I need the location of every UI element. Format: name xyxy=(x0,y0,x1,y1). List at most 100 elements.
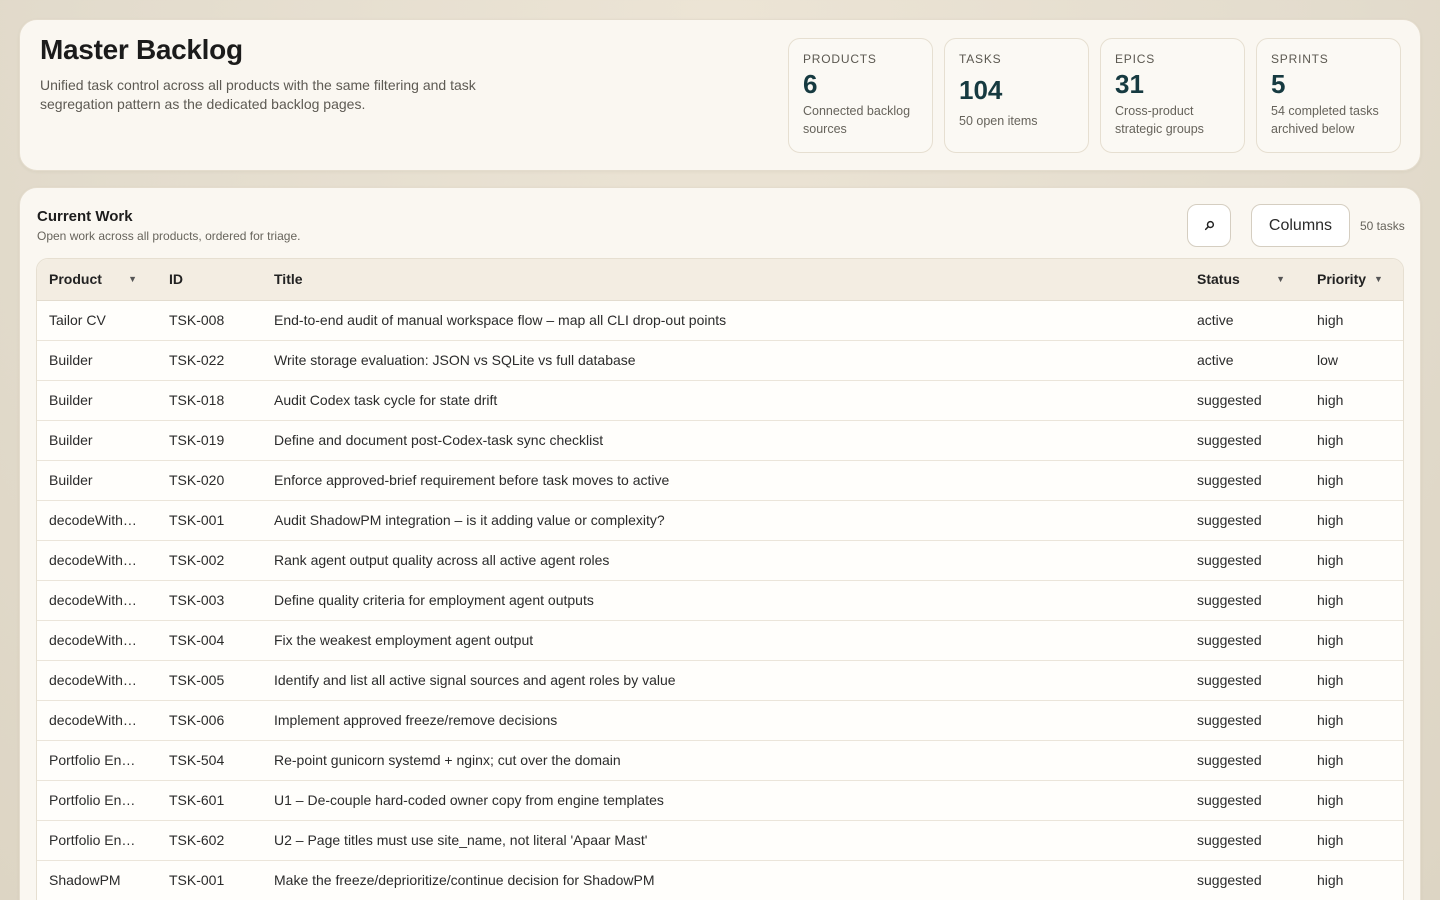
cell-id: TSK-002 xyxy=(157,540,262,581)
cell-status: suggested xyxy=(1185,700,1305,741)
cell-priority: high xyxy=(1305,420,1403,461)
stat-label: SPRINTS xyxy=(1271,52,1329,66)
col-header-label: ID xyxy=(169,271,183,288)
section-title: Current Work xyxy=(37,208,133,225)
table-row[interactable]: ShadowPM TSK-001 Make the freeze/depriorit… xyxy=(37,860,1403,900)
cell-product: ShadowPM xyxy=(37,860,157,900)
cell-id: TSK-003 xyxy=(157,580,262,621)
stat-label: TASKS xyxy=(959,52,1002,66)
col-header-title[interactable]: Title xyxy=(262,259,1185,301)
cell-product: Builder xyxy=(37,460,157,501)
cell-id: TSK-018 xyxy=(157,380,262,421)
cell-title: Audit Codex task cycle for state drift xyxy=(262,380,1185,421)
table-row[interactable]: decodeWith… TSK-001 Audit ShadowPM integra… xyxy=(37,500,1403,541)
cell-status: suggested xyxy=(1185,660,1305,701)
cell-product: Builder xyxy=(37,340,157,381)
cell-title: Write storage evaluation: JSON vs SQLite… xyxy=(262,340,1185,381)
cell-product: decodeWith… xyxy=(37,540,157,581)
table-row[interactable]: decodeWith… TSK-003 Define quality criteri… xyxy=(37,580,1403,621)
table-body: Tailor CV TSK-008 End-to-end audit of manu… xyxy=(37,300,1403,900)
table-row[interactable]: decodeWith… TSK-002 Rank agent output qual… xyxy=(37,540,1403,581)
cell-product: decodeWith… xyxy=(37,660,157,701)
cell-status: suggested xyxy=(1185,380,1305,421)
caret-down-icon[interactable]: ▼ xyxy=(1374,274,1383,284)
col-header-label: Status xyxy=(1197,271,1240,288)
stat-label: EPICS xyxy=(1115,52,1156,66)
cell-priority: high xyxy=(1305,620,1403,661)
cell-product: Portfolio En… xyxy=(37,780,157,821)
cell-id: TSK-022 xyxy=(157,340,262,381)
cell-product: Tailor CV xyxy=(37,300,157,341)
cell-status: suggested xyxy=(1185,740,1305,781)
stat-sprints: SPRINTS 5 54 completed tasks archived be… xyxy=(1256,38,1401,153)
cell-id: TSK-602 xyxy=(157,820,262,861)
stat-note: Connected backlog sources xyxy=(803,104,911,136)
cell-title: End-to-end audit of manual workspace flo… xyxy=(262,300,1185,341)
cell-id: TSK-001 xyxy=(157,500,262,541)
cell-title: Audit ShadowPM integration – is it addin… xyxy=(262,500,1185,541)
table-row[interactable]: decodeWith… TSK-004 Fix the weakest employ… xyxy=(37,620,1403,661)
cell-title: Enforce approved-brief requirement befor… xyxy=(262,460,1185,501)
cell-priority: high xyxy=(1305,540,1403,581)
cell-priority: high xyxy=(1305,300,1403,341)
cell-id: TSK-005 xyxy=(157,660,262,701)
cell-status: suggested xyxy=(1185,580,1305,621)
col-header-priority[interactable]: Priority ▼ xyxy=(1305,259,1403,301)
table-row[interactable]: decodeWith… TSK-005 Identify and list all … xyxy=(37,660,1403,701)
cell-id: TSK-504 xyxy=(157,740,262,781)
table-row[interactable]: decodeWith… TSK-006 Implement approved fre… xyxy=(37,700,1403,741)
cell-status: suggested xyxy=(1185,460,1305,501)
cell-status: suggested xyxy=(1185,420,1305,461)
col-header-product[interactable]: Product ▼ xyxy=(37,259,157,301)
stat-value: 104 xyxy=(959,75,1003,105)
cell-priority: high xyxy=(1305,660,1403,701)
stat-epics: EPICS 31 Cross-product strategic groups xyxy=(1100,38,1245,153)
cell-status: suggested xyxy=(1185,820,1305,861)
col-header-status[interactable]: Status ▼ xyxy=(1185,259,1305,301)
cell-title: Define quality criteria for employment a… xyxy=(262,580,1185,621)
header-card: Master Backlog Unified task control acro… xyxy=(19,19,1421,171)
col-header-id[interactable]: ID xyxy=(157,259,262,301)
table-row[interactable]: Builder TSK-019 Define and document post-C… xyxy=(37,420,1403,461)
cell-id: TSK-020 xyxy=(157,460,262,501)
table-row[interactable]: Portfolio En… TSK-601 U1 – De-couple hard-… xyxy=(37,780,1403,821)
cell-priority: high xyxy=(1305,500,1403,541)
search-icon xyxy=(1204,220,1214,231)
cell-product: decodeWith… xyxy=(37,620,157,661)
cell-product: decodeWith… xyxy=(37,500,157,541)
table-row[interactable]: Builder TSK-018 Audit Codex task cycle for… xyxy=(37,380,1403,421)
cell-id: TSK-008 xyxy=(157,300,262,341)
cell-priority: high xyxy=(1305,580,1403,621)
cell-product: Portfolio En… xyxy=(37,820,157,861)
page-title: Master Backlog xyxy=(40,34,243,65)
stat-value: 5 xyxy=(1271,69,1286,99)
table-row[interactable]: Builder TSK-020 Enforce approved-brief req… xyxy=(37,460,1403,501)
cell-priority: high xyxy=(1305,820,1403,861)
cell-priority: high xyxy=(1305,460,1403,501)
cell-title: Fix the weakest employment agent output xyxy=(262,620,1185,661)
cell-title: Re-point gunicorn systemd + nginx; cut o… xyxy=(262,740,1185,781)
cell-product: decodeWith… xyxy=(37,700,157,741)
stat-label: PRODUCTS xyxy=(803,52,877,66)
cell-product: Builder xyxy=(37,380,157,421)
table-header-row: Product ▼ ID Title Status ▼ Priority ▼ xyxy=(37,259,1403,301)
current-work-card: Current Work Open work across all produc… xyxy=(19,187,1421,900)
cell-status: active xyxy=(1185,300,1305,341)
caret-down-icon[interactable]: ▼ xyxy=(128,274,137,284)
search-button[interactable] xyxy=(1187,204,1231,247)
table-row[interactable]: Builder TSK-022 Write storage evaluation: … xyxy=(37,340,1403,381)
table-row[interactable]: Portfolio En… TSK-504 Re-point gunicorn sy… xyxy=(37,740,1403,781)
col-header-label: Title xyxy=(274,271,303,288)
caret-down-icon[interactable]: ▼ xyxy=(1276,274,1285,284)
columns-button[interactable]: Columns xyxy=(1251,204,1350,247)
cell-id: TSK-006 xyxy=(157,700,262,741)
cell-status: suggested xyxy=(1185,860,1305,900)
table-row[interactable]: Tailor CV TSK-008 End-to-end audit of manu… xyxy=(37,300,1403,341)
cell-status: suggested xyxy=(1185,540,1305,581)
table-row[interactable]: Portfolio En… TSK-602 U2 – Page titles mus… xyxy=(37,820,1403,861)
cell-status: active xyxy=(1185,340,1305,381)
cell-priority: high xyxy=(1305,380,1403,421)
page-subtitle: Unified task control across all products… xyxy=(40,77,476,112)
cell-id: TSK-601 xyxy=(157,780,262,821)
task-count: 50 tasks xyxy=(1360,219,1405,233)
